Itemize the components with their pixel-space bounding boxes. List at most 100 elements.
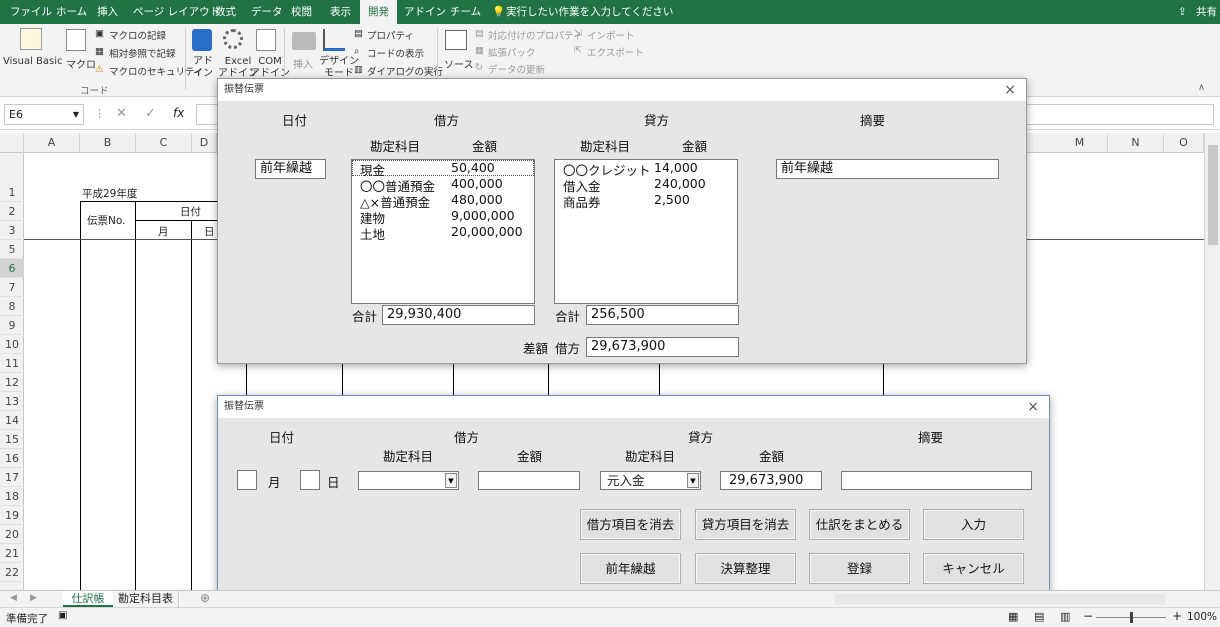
- row-header[interactable]: 2: [0, 202, 24, 221]
- chevron-down-icon[interactable]: ▼: [687, 473, 699, 488]
- chevron-down-icon[interactable]: ▼: [73, 105, 79, 124]
- zoom-out-icon[interactable]: −: [1083, 609, 1093, 623]
- clear-debit-button[interactable]: 借方項目を消去: [580, 509, 681, 540]
- row-header[interactable]: 11: [0, 354, 24, 373]
- clear-credit-button[interactable]: 貸方項目を消去: [695, 509, 796, 540]
- row-header[interactable]: 16: [0, 449, 24, 468]
- date-field[interactable]: 前年繰越: [255, 159, 326, 179]
- import-button[interactable]: インポート: [587, 28, 635, 42]
- relative-ref-button[interactable]: 相対参照で記録: [109, 46, 176, 60]
- normal-view-icon[interactable]: ▦: [1008, 610, 1018, 623]
- tab-page-layout[interactable]: ページ レイアウト: [133, 0, 220, 24]
- zoom-slider-thumb[interactable]: [1130, 612, 1133, 623]
- cancel-button[interactable]: キャンセル: [923, 553, 1024, 584]
- sheet-tab[interactable]: 勘定科目表: [113, 591, 179, 607]
- credit-list[interactable]: 〇〇クレジット 14,000 借入金 240,000 商品券 2,500: [554, 159, 738, 304]
- row-header[interactable]: 21: [0, 544, 24, 563]
- column-header[interactable]: B: [80, 133, 136, 153]
- cancel-icon[interactable]: ✕: [116, 106, 127, 121]
- credit-total-field[interactable]: 256,500: [586, 305, 739, 325]
- column-header[interactable]: M: [1052, 133, 1108, 153]
- vertical-scrollbar[interactable]: [1204, 133, 1220, 590]
- prev-sheet-icon[interactable]: ◀: [10, 593, 17, 603]
- addin-button[interactable]: アド イン: [193, 56, 213, 80]
- list-item[interactable]: 商品券: [563, 192, 601, 211]
- month-field[interactable]: [237, 470, 257, 490]
- map-properties-button[interactable]: 対応付けのプロパティ: [488, 28, 582, 42]
- refresh-data-button[interactable]: データの更新: [488, 62, 545, 76]
- list-item[interactable]: 土地: [360, 224, 385, 243]
- column-header[interactable]: N: [1108, 133, 1164, 153]
- collapse-ribbon-icon[interactable]: ∧: [1198, 82, 1205, 93]
- expansion-pack-button[interactable]: 拡張パック: [488, 45, 536, 59]
- column-header[interactable]: D: [192, 133, 217, 153]
- debit-account-select[interactable]: ▼: [358, 471, 459, 490]
- share-icon[interactable]: ⇪: [1178, 0, 1187, 24]
- row-header[interactable]: 12: [0, 373, 24, 392]
- check-icon[interactable]: ✓: [145, 106, 156, 121]
- chevron-down-icon[interactable]: ▼: [445, 473, 457, 488]
- record-macro-button[interactable]: マクロの記録: [109, 28, 166, 42]
- memo-field[interactable]: 前年繰越: [776, 159, 999, 179]
- close-icon[interactable]: ×: [1027, 396, 1039, 418]
- tab-team[interactable]: チーム: [450, 0, 481, 24]
- design-mode-button[interactable]: デザイン モード: [319, 56, 359, 80]
- row-header[interactable]: 5: [0, 240, 24, 259]
- memo-field[interactable]: [841, 471, 1032, 490]
- column-header[interactable]: A: [24, 133, 80, 153]
- row-header[interactable]: 7: [0, 278, 24, 297]
- share-button[interactable]: 共有: [1196, 0, 1217, 24]
- tab-view[interactable]: 表示: [330, 0, 351, 24]
- page-layout-view-icon[interactable]: ▤: [1034, 610, 1044, 623]
- tab-data[interactable]: データ: [251, 0, 283, 24]
- debit-total-field[interactable]: 29,930,400: [382, 305, 535, 325]
- sheet-tab[interactable]: 仕訳帳: [63, 591, 113, 607]
- row-header[interactable]: 10: [0, 335, 24, 354]
- credit-amount-field[interactable]: 29,673,900: [720, 471, 822, 490]
- tell-me-input[interactable]: 実行したい作業を入力してください: [506, 0, 673, 24]
- add-sheet-icon[interactable]: ⊕: [200, 591, 210, 605]
- row-header[interactable]: 15: [0, 430, 24, 449]
- view-code-button[interactable]: コードの表示: [367, 46, 424, 60]
- row-header[interactable]: 14: [0, 411, 24, 430]
- close-icon[interactable]: ×: [1004, 79, 1016, 101]
- tab-insert[interactable]: 挿入: [97, 0, 118, 24]
- day-field[interactable]: [300, 470, 320, 490]
- tab-formulas[interactable]: 数式: [215, 0, 236, 24]
- row-header[interactable]: 17: [0, 468, 24, 487]
- insert-control-button[interactable]: 挿入: [293, 56, 313, 71]
- difference-field[interactable]: 29,673,900: [586, 337, 739, 357]
- row-header[interactable]: 22: [0, 563, 24, 582]
- tab-addins[interactable]: アドイン: [404, 0, 446, 24]
- row-header[interactable]: 19: [0, 506, 24, 525]
- zoom-in-icon[interactable]: +: [1172, 609, 1182, 623]
- macro-button[interactable]: マクロ: [66, 56, 96, 71]
- export-button[interactable]: エクスポート: [587, 45, 644, 59]
- macro-record-icon[interactable]: ▣: [58, 610, 67, 621]
- scrollbar-thumb[interactable]: [1208, 145, 1218, 245]
- tab-home[interactable]: ホーム: [56, 0, 87, 24]
- fx-icon[interactable]: fx: [173, 106, 184, 120]
- row-header[interactable]: 13: [0, 392, 24, 411]
- column-header[interactable]: C: [136, 133, 192, 153]
- row-header[interactable]: 1: [0, 183, 24, 202]
- column-header[interactable]: O: [1164, 133, 1204, 153]
- tab-developer[interactable]: 開発: [360, 0, 397, 24]
- tab-review[interactable]: 校閲: [291, 0, 312, 24]
- debit-amount-field[interactable]: [478, 471, 580, 490]
- carry-forward-button[interactable]: 前年繰越: [580, 553, 681, 584]
- row-header[interactable]: 3: [0, 221, 24, 240]
- horizontal-scrollbar[interactable]: [835, 594, 1165, 604]
- row-header[interactable]: 8: [0, 297, 24, 316]
- properties-button[interactable]: プロパティ: [367, 28, 414, 42]
- row-header[interactable]: 18: [0, 487, 24, 506]
- visual-basic-button[interactable]: Visual Basic: [3, 56, 63, 67]
- run-dialog-button[interactable]: ダイアログの実行: [367, 64, 443, 78]
- credit-account-select[interactable]: 元入金 ▼: [600, 471, 701, 490]
- zoom-level[interactable]: 100%: [1187, 611, 1217, 623]
- select-all-corner[interactable]: [0, 133, 24, 153]
- closing-adjustment-button[interactable]: 決算整理: [695, 553, 796, 584]
- source-button[interactable]: ソース: [444, 56, 474, 71]
- debit-list[interactable]: 現金 50,400 〇〇普通預金 400,000 △×普通預金 480,000 建物 9…: [351, 159, 535, 304]
- row-header[interactable]: 9: [0, 316, 24, 335]
